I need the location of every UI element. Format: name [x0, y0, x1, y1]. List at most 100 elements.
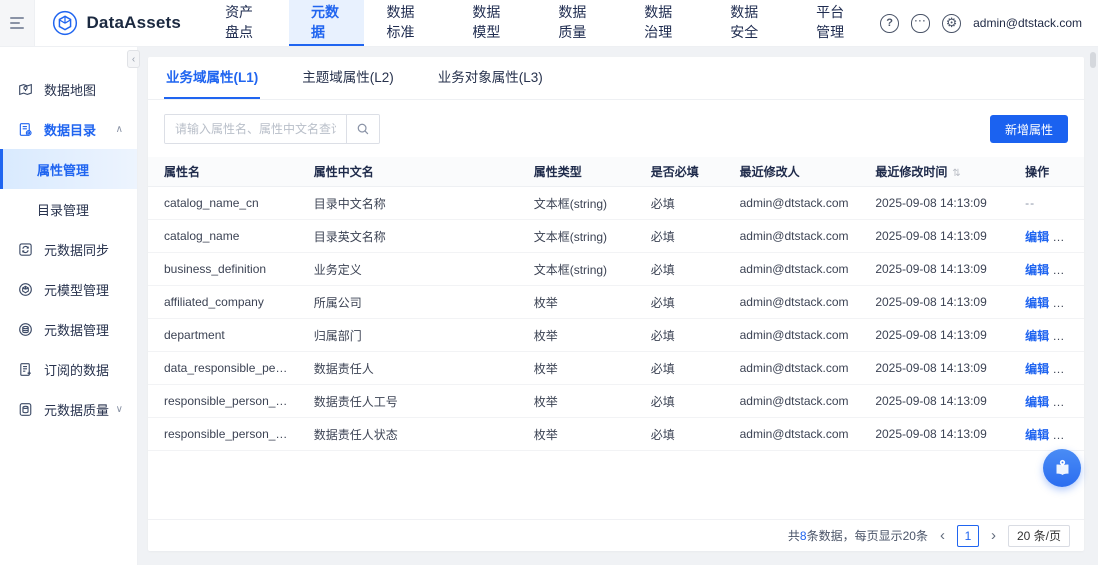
- sidebar-item-label: 元数据质量: [44, 402, 110, 418]
- delete-link[interactable]: 删除: [1073, 362, 1084, 376]
- sidebar-collapse-icon[interactable]: ‹: [127, 50, 140, 68]
- map-icon: [18, 81, 34, 97]
- action-divider: [1060, 265, 1062, 276]
- user-email[interactable]: admin@dtstack.com: [973, 16, 1082, 30]
- nav-item-1[interactable]: 资产盘点: [203, 0, 289, 46]
- main-nav: 资产盘点 元数据 数据标准 数据模型 数据质量 数据治理 数据安全 平台管理: [203, 0, 880, 46]
- app-window: DataAssets 资产盘点 元数据 数据标准 数据模型 数据质量 数据治理 数据安全 平台…: [0, 0, 1098, 565]
- tab-3[interactable]: 业务对象属性(L3): [436, 57, 545, 99]
- nav-item-7[interactable]: 数据安全: [708, 0, 794, 46]
- cell-required: 必填: [650, 427, 675, 442]
- nav-item-8[interactable]: 平台管理: [794, 0, 880, 46]
- sidebar-item-7[interactable]: 元数据管理: [0, 309, 137, 349]
- help-icon[interactable]: ?: [880, 13, 900, 33]
- table-row: responsible_person_state 数据责任人状态 枚举 必填 a…: [148, 418, 1084, 451]
- column-header-1: 属性名: [148, 163, 298, 180]
- column-label: 属性名: [164, 165, 201, 179]
- cell-attr-cn-name: 目录中文名称: [313, 196, 386, 211]
- edit-link[interactable]: 编辑: [1025, 263, 1049, 277]
- catalog-icon: [18, 121, 34, 137]
- cell-attr-cn-name: 数据责任人工号: [313, 394, 398, 409]
- tab-2[interactable]: 主题域属性(L2): [300, 57, 396, 99]
- edit-link[interactable]: 编辑: [1025, 230, 1049, 244]
- column-label: 属性中文名: [313, 165, 374, 179]
- cell-attr-type: 枚举: [533, 427, 558, 442]
- cell-attr-type: 枚举: [533, 361, 558, 376]
- nav-item-4[interactable]: 数据模型: [450, 0, 536, 46]
- nav-item-5[interactable]: 数据质量: [536, 0, 622, 46]
- help-guide-fab[interactable]: [1043, 449, 1081, 487]
- sidebar-item-4[interactable]: 目录管理: [0, 189, 137, 229]
- subscribe-icon: [18, 361, 34, 377]
- nav-item-2[interactable]: 元数据: [289, 0, 365, 46]
- column-header-7: 操作: [1009, 163, 1084, 180]
- sidebar-item-5[interactable]: 元数据同步: [0, 229, 137, 269]
- delete-link[interactable]: 删除: [1073, 395, 1084, 409]
- cell-modified-by: admin@dtstack.com: [739, 229, 849, 243]
- edit-link[interactable]: 编辑: [1025, 296, 1049, 310]
- search-icon[interactable]: [346, 115, 379, 143]
- sidebar-item-label: 属性管理: [37, 162, 90, 178]
- cell-modified-at: 2025-09-08 14:13:09: [875, 262, 987, 276]
- cell-modified-by: admin@dtstack.com: [739, 328, 849, 342]
- edit-link[interactable]: 编辑: [1025, 329, 1049, 343]
- cell-attr-name: responsible_person_state: [164, 427, 298, 441]
- cell-attr-type: 枚举: [533, 295, 558, 310]
- table-body: catalog_name_cn 目录中文名称 文本框(string) 必填 ad…: [148, 187, 1084, 451]
- prev-page-icon[interactable]: ‹: [938, 528, 947, 543]
- total-suffix: 条数据，每页显示20条: [806, 529, 928, 543]
- cell-attr-cn-name: 归属部门: [313, 328, 362, 343]
- cell-attr-name: catalog_name: [164, 229, 240, 243]
- delete-link[interactable]: 删除: [1073, 296, 1084, 310]
- total-prefix: 共: [787, 529, 800, 543]
- message-icon[interactable]: ···: [911, 13, 931, 33]
- delete-link[interactable]: 删除: [1073, 263, 1084, 277]
- cell-modified-by: admin@dtstack.com: [739, 196, 849, 210]
- edit-link[interactable]: 编辑: [1025, 362, 1049, 376]
- nav-item-6[interactable]: 数据治理: [622, 0, 708, 46]
- column-label: 最近修改人: [739, 165, 800, 179]
- sidebar-item-1[interactable]: 数据地图: [0, 69, 137, 109]
- sidebar-item-9[interactable]: 元数据质量 ∨: [0, 389, 137, 429]
- search-input[interactable]: [165, 115, 346, 143]
- delete-link[interactable]: 删除: [1073, 428, 1084, 442]
- sidebar-item-8[interactable]: 订阅的数据: [0, 349, 137, 389]
- table-row: department 归属部门 枚举 必填 admin@dtstack.com …: [148, 319, 1084, 352]
- cell-attr-cn-name: 目录英文名称: [313, 229, 386, 244]
- add-attribute-button[interactable]: 新增属性: [989, 115, 1068, 143]
- cell-modified-by: admin@dtstack.com: [739, 262, 849, 276]
- tab-bar: 业务域属性(L1) 主题域属性(L2) 业务对象属性(L3): [148, 57, 1084, 100]
- cell-actions: 编辑 删除: [1009, 261, 1084, 278]
- table-header-row: 属性名 属性中文名 属性类型 是否必填 最近修改人 最近修改时间 ⇅ 操作: [148, 157, 1084, 187]
- cell-attr-name: department: [164, 328, 225, 342]
- settings-icon[interactable]: ⚙: [942, 13, 962, 33]
- content-card: 业务域属性(L1) 主题域属性(L2) 业务对象属性(L3) 新增属性 属性名 属性中…: [148, 57, 1084, 551]
- next-page-icon[interactable]: ›: [989, 528, 998, 543]
- action-divider: [1060, 331, 1062, 342]
- delete-link[interactable]: 删除: [1073, 329, 1084, 343]
- edit-link[interactable]: 编辑: [1025, 395, 1049, 409]
- cell-required: 必填: [650, 328, 675, 343]
- edit-link[interactable]: 编辑: [1025, 428, 1049, 442]
- page-number-button[interactable]: 1: [956, 524, 979, 547]
- sidebar-item-label: 元数据管理: [44, 322, 110, 338]
- model-icon: [18, 281, 34, 297]
- sort-icon[interactable]: ⇅: [952, 168, 960, 179]
- nav-item-3[interactable]: 数据标准: [364, 0, 450, 46]
- sync-icon: [18, 241, 34, 257]
- sidebar-item-6[interactable]: 元模型管理: [0, 269, 137, 309]
- tab-1[interactable]: 业务域属性(L1): [164, 57, 261, 99]
- scrollbar-thumb[interactable]: [1090, 52, 1096, 68]
- cell-modified-at: 2025-09-08 14:13:09: [875, 394, 987, 408]
- sidebar-item-2[interactable]: 数据目录 ∧: [0, 109, 137, 149]
- delete-link[interactable]: 删除: [1073, 230, 1084, 244]
- sidebar-item-label: 订阅的数据: [44, 362, 110, 378]
- cell-required: 必填: [650, 229, 675, 244]
- total-count: 8: [799, 529, 807, 543]
- cell-attr-type: 文本框(string): [533, 229, 608, 244]
- page-size-select[interactable]: 20 条/页: [1007, 524, 1070, 547]
- cell-modified-by: admin@dtstack.com: [739, 361, 849, 375]
- sidebar-item-label: 数据地图: [44, 82, 97, 98]
- sidebar-item-3[interactable]: 属性管理: [0, 149, 137, 189]
- hamburger-menu-icon[interactable]: [0, 0, 36, 46]
